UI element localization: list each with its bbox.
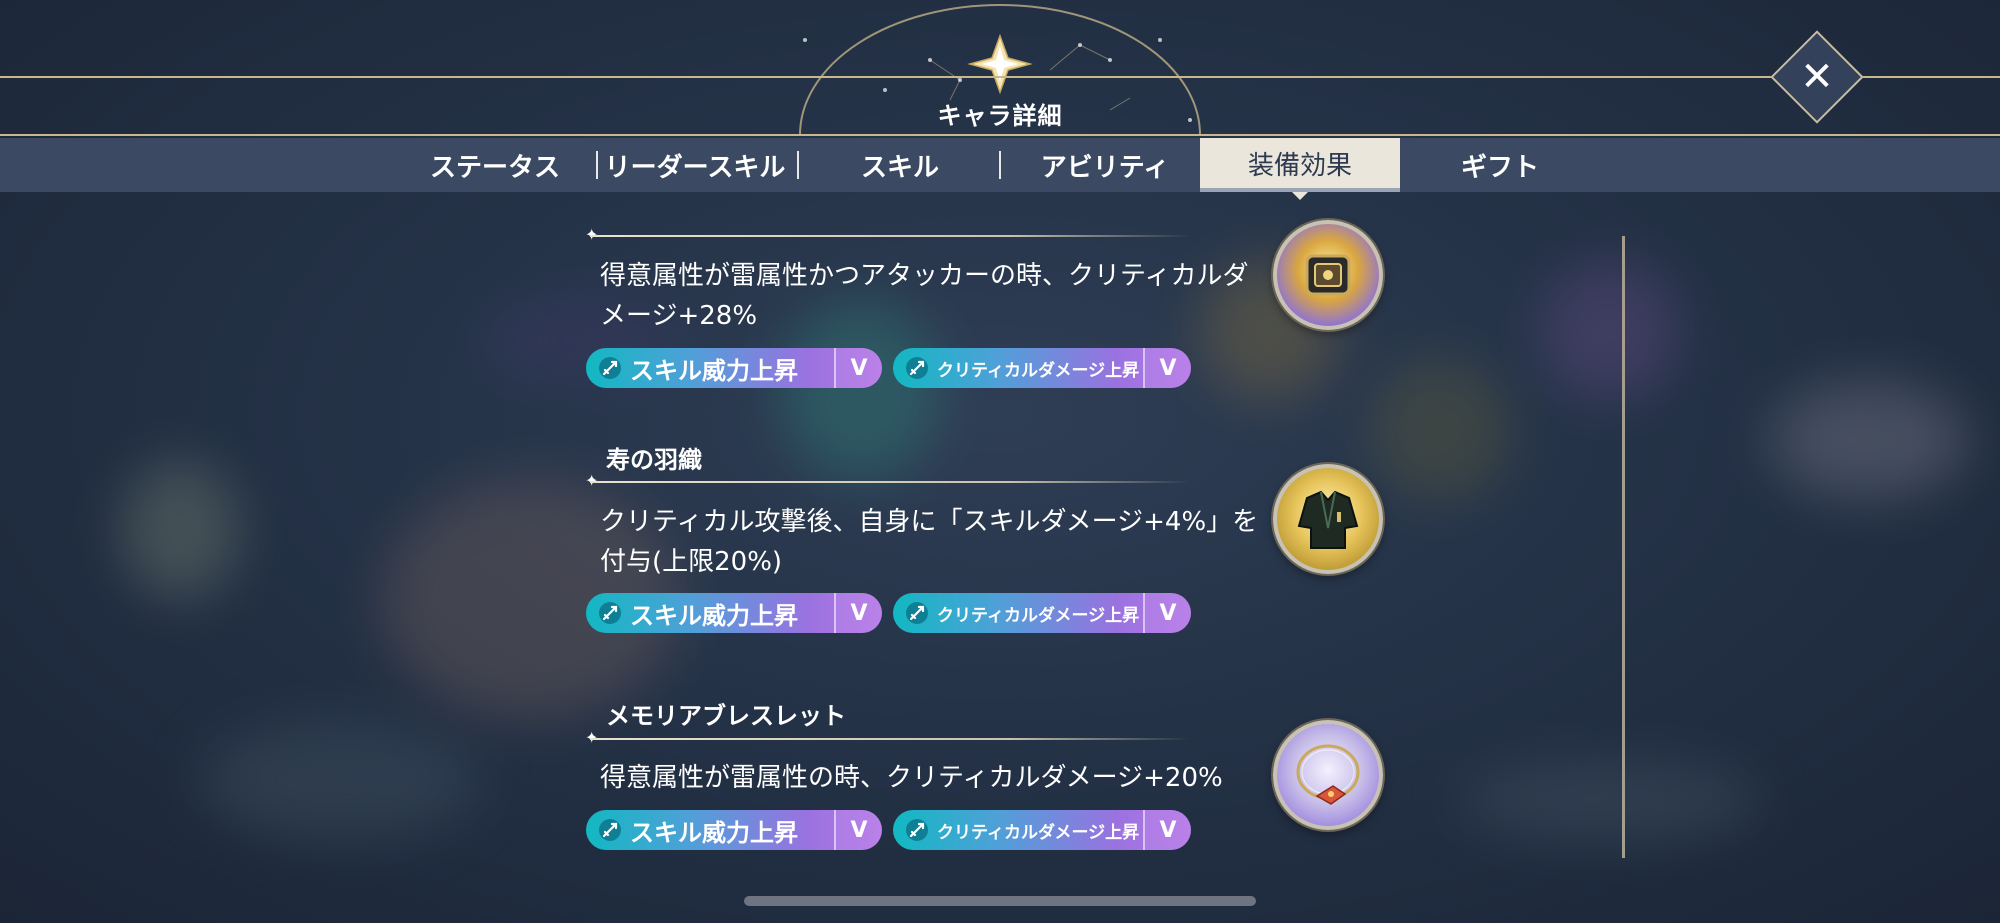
sword-icon [906,819,928,841]
sword-icon [906,602,928,624]
equipment-description: 得意属性が雷属性の時、クリティカルダメージ+20% [600,763,1223,793]
tag-label: スキル威力上昇 [630,818,798,847]
tab-separator [596,151,598,179]
golden-gem-icon[interactable] [1273,220,1383,330]
divider [590,481,1190,483]
tag-grade: V [834,810,882,850]
equipment-name: メモリアブレスレット [606,702,846,730]
home-indicator[interactable] [744,896,1256,906]
tag-pill[interactable]: クリティカルダメージ上昇 V [893,348,1191,388]
tab-ability[interactable]: アビリティ [1020,138,1190,192]
tag-label: クリティカルダメージ上昇 [937,360,1140,381]
tab-separator [999,151,1001,179]
tab-separator [797,151,799,179]
equipment-description: 得意属性が雷属性かつアタッカーの時、クリティカルダメージ+28% [600,261,1249,331]
tag-grade: V [834,348,882,388]
bg-blob [1770,380,1970,500]
tag-label: スキル威力上昇 [630,601,798,630]
tab-gift[interactable]: ギフト [1410,138,1590,192]
sword-icon [906,357,928,379]
tag-grade: V [1143,810,1191,850]
equipment-name: 寿の羽織 [606,446,702,474]
tag-label: クリティカルダメージ上昇 [937,605,1140,626]
tab-skill[interactable]: スキル [820,138,980,192]
tag-label: スキル威力上昇 [630,356,798,385]
tag-pill[interactable]: クリティカルダメージ上昇 V [893,593,1191,633]
active-tab-pointer [1292,192,1308,200]
tag-grade: V [1143,593,1191,633]
sword-icon [599,357,621,379]
bg-blob [200,720,480,840]
tab-equipment-effect[interactable]: 装備効果 [1200,138,1400,192]
tag-grade: V [834,593,882,633]
equipment-description: クリティカル攻撃後、自身に「スキルダメージ+4%」を付与(上限20%) [600,507,1259,577]
tag-pill[interactable]: スキル威力上昇 V [586,348,882,388]
tag-grade: V [1143,348,1191,388]
tab-status[interactable]: ステータス [420,138,570,192]
scrollbar[interactable] [1622,236,1625,858]
tag-pill[interactable]: クリティカルダメージ上昇 V [893,810,1191,850]
sword-icon [599,819,621,841]
header-line [0,134,2000,136]
compass-star-icon [967,33,1033,95]
bg-blob [1460,760,1760,840]
divider [590,235,1190,237]
divider [590,738,1190,740]
tag-pill[interactable]: スキル威力上昇 V [586,593,882,633]
page-title: キャラ詳細 [937,102,1063,130]
bg-blob [1540,260,1680,400]
tag-pill[interactable]: スキル威力上昇 V [586,810,882,850]
sword-icon [599,602,621,624]
bg-blob [120,460,240,600]
tag-label: クリティカルダメージ上昇 [937,822,1140,843]
bracelet-icon[interactable] [1273,720,1383,830]
bg-blob [1370,360,1510,500]
tab-leader-skill[interactable]: リーダースキル [600,138,790,192]
haori-coat-icon[interactable] [1273,464,1383,574]
header-line [0,76,2000,78]
